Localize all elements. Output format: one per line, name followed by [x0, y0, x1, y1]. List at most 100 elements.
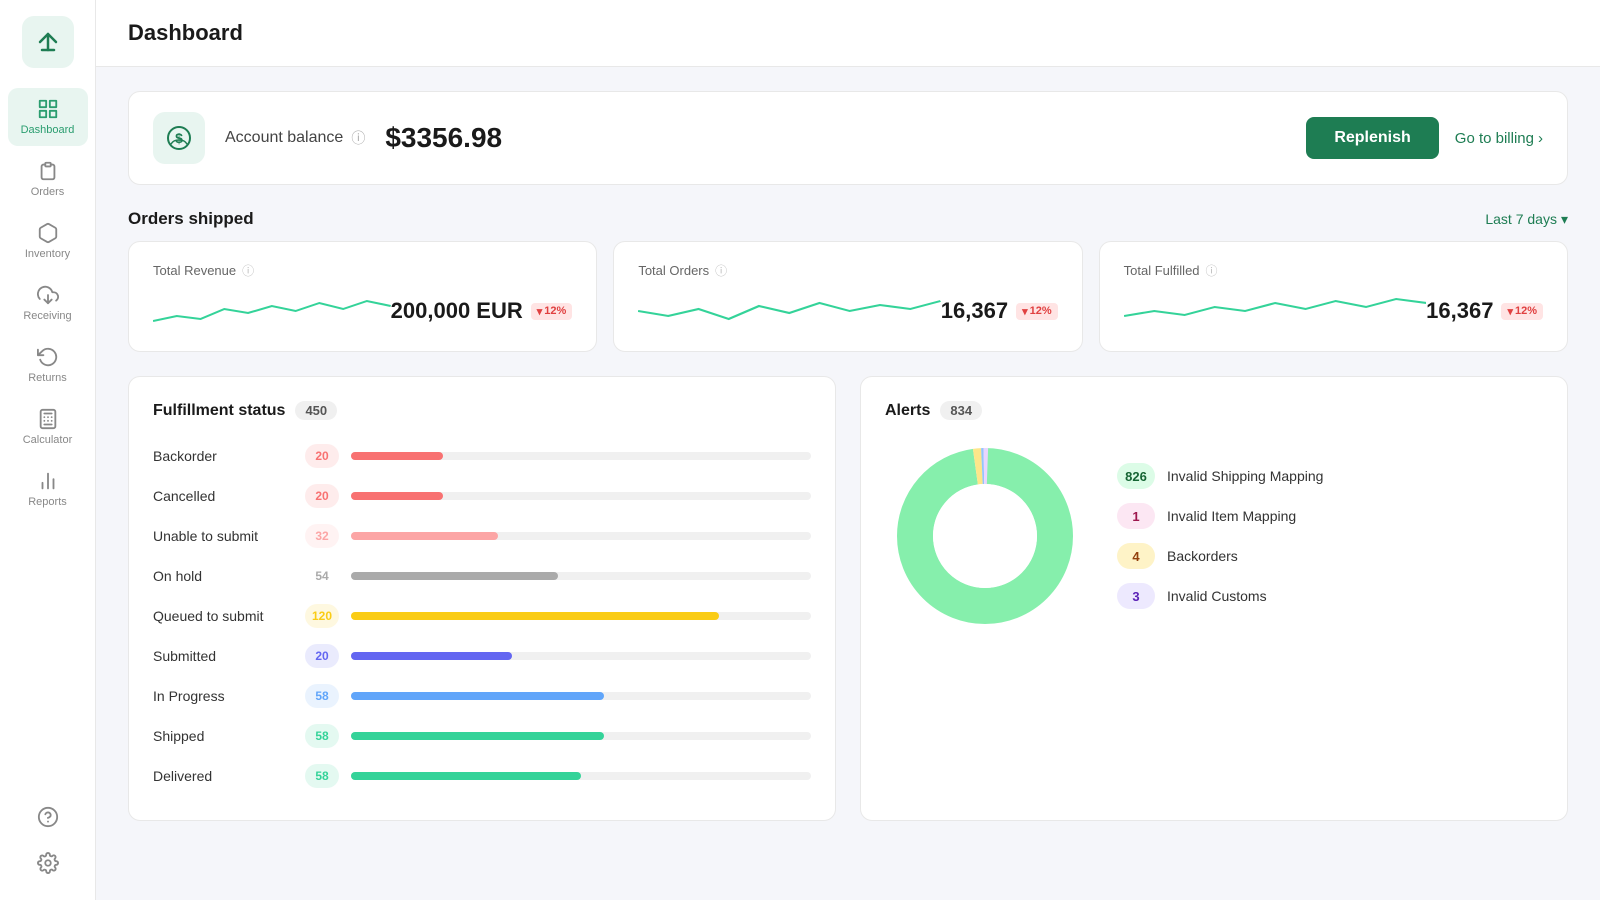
legend-count: 4 — [1117, 543, 1155, 569]
fulfillment-bar-fill — [351, 772, 581, 780]
fulfillment-row-label: Shipped — [153, 728, 293, 744]
main-content: $ Account balance ⓘ $3356.98 Replenish G… — [96, 67, 1600, 900]
legend-label: Invalid Shipping Mapping — [1167, 468, 1323, 484]
stats-grid: Total Revenue ⓘ 200,000 EUR ▾ 12% — [128, 241, 1568, 352]
fulfillment-row-label: Delivered — [153, 768, 293, 784]
legend-label: Backorders — [1167, 548, 1238, 564]
sidebar-item-returns-label: Returns — [28, 372, 67, 384]
replenish-button[interactable]: Replenish — [1306, 117, 1438, 159]
fulfillment-bar-track — [351, 492, 811, 500]
legend-item[interactable]: 1Invalid Item Mapping — [1117, 503, 1543, 529]
fulfillment-row-count: 54 — [305, 564, 339, 588]
fulfillment-bar-track — [351, 612, 811, 620]
sidebar-item-help[interactable] — [8, 796, 88, 838]
stat-fulfilled-info-icon[interactable]: ⓘ — [1206, 262, 1218, 279]
sidebar-item-receiving[interactable]: Receiving — [8, 274, 88, 332]
fulfillment-row[interactable]: Shipped58 — [153, 716, 811, 756]
stat-card-revenue: Total Revenue ⓘ 200,000 EUR ▾ 12% — [128, 241, 597, 352]
revenue-badge: ▾ 12% — [531, 303, 573, 320]
sidebar-item-orders[interactable]: Orders — [8, 150, 88, 208]
fulfillment-row-count: 20 — [305, 444, 339, 468]
fulfillment-panel-header: Fulfillment status 450 — [153, 401, 811, 420]
fulfillment-bar-fill — [351, 732, 604, 740]
legend-item[interactable]: 826Invalid Shipping Mapping — [1117, 463, 1543, 489]
svg-text:$: $ — [175, 130, 183, 146]
balance-actions: Replenish Go to billing › — [1306, 117, 1543, 159]
fulfillment-row-count: 32 — [305, 524, 339, 548]
legend-item[interactable]: 3Invalid Customs — [1117, 583, 1543, 609]
sidebar-item-calculator[interactable]: Calculator — [8, 398, 88, 456]
fulfillment-bar-track — [351, 532, 811, 540]
page-title: Dashboard — [128, 20, 1568, 46]
fulfillment-row[interactable]: Cancelled 20 — [153, 476, 811, 516]
fulfillment-row-count: 58 — [305, 684, 339, 708]
stat-fulfilled-body: 16,367 ▾ 12% — [1124, 291, 1543, 331]
sidebar: Dashboard Orders Inventory Receiving Ret… — [0, 0, 96, 900]
sidebar-item-inventory[interactable]: Inventory — [8, 212, 88, 270]
date-filter[interactable]: Last 7 days ▾ — [1485, 211, 1568, 228]
balance-card: $ Account balance ⓘ $3356.98 Replenish G… — [128, 91, 1568, 185]
orders-value-wrap: 16,367 ▾ 12% — [941, 298, 1058, 324]
legend-label: Invalid Customs — [1167, 588, 1267, 604]
sidebar-item-orders-label: Orders — [31, 186, 65, 198]
orders-shipped-title: Orders shipped — [128, 209, 254, 229]
sidebar-item-returns[interactable]: Returns — [8, 336, 88, 394]
balance-label: Account balance — [225, 129, 343, 147]
stat-fulfilled-header: Total Fulfilled ⓘ — [1124, 262, 1543, 279]
orders-badge: ▾ 12% — [1016, 303, 1058, 320]
fulfillment-row[interactable]: Submitted20 — [153, 636, 811, 676]
fulfillment-row-label: On hold — [153, 568, 293, 584]
stat-orders-info-icon[interactable]: ⓘ — [715, 262, 727, 279]
fulfillment-row-label: Unable to submit — [153, 528, 293, 544]
orders-shipped-header: Orders shipped Last 7 days ▾ — [128, 209, 1568, 229]
sidebar-item-inventory-label: Inventory — [25, 248, 70, 260]
fulfillment-row-label: Cancelled — [153, 488, 293, 504]
stat-revenue-info-icon[interactable]: ⓘ — [242, 262, 254, 279]
go-to-billing-link[interactable]: Go to billing › — [1455, 130, 1543, 147]
fulfillment-row-label: Queued to submit — [153, 608, 293, 624]
alerts-body: 826Invalid Shipping Mapping 1Invalid Item… — [885, 436, 1543, 636]
fulfillment-row[interactable]: Queued to submit 120 — [153, 596, 811, 636]
fulfillment-bar-fill — [351, 452, 443, 460]
chevron-down-icon: ▾ — [1561, 211, 1568, 228]
fulfillment-bar-track — [351, 692, 811, 700]
stat-revenue-header: Total Revenue ⓘ — [153, 262, 572, 279]
alerts-panel: Alerts 834 — [860, 376, 1568, 821]
fulfillment-bar-fill — [351, 572, 558, 580]
fulfillment-title: Fulfillment status — [153, 402, 285, 420]
fulfillment-row[interactable]: On hold 54 — [153, 556, 811, 596]
fulfillment-row-count: 120 — [305, 604, 339, 628]
sidebar-item-receiving-label: Receiving — [23, 310, 71, 322]
fulfillment-bar-track — [351, 732, 811, 740]
fulfillment-bar-fill — [351, 532, 498, 540]
alerts-donut — [885, 436, 1085, 636]
sidebar-item-reports[interactable]: Reports — [8, 460, 88, 518]
stat-orders-label: Total Orders — [638, 263, 709, 278]
sidebar-item-dashboard[interactable]: Dashboard — [8, 88, 88, 146]
fulfillment-row[interactable]: Backorder20 — [153, 436, 811, 476]
fulfillment-row[interactable]: Delivered58 — [153, 756, 811, 796]
fulfillment-total-badge: 450 — [295, 401, 337, 420]
orders-value: 16,367 — [941, 298, 1008, 324]
page-header: Dashboard — [96, 0, 1600, 67]
info-icon[interactable]: ⓘ — [351, 128, 365, 148]
bottom-panels: Fulfillment status 450 Backorder20Cancel… — [128, 376, 1568, 821]
balance-info: Account balance ⓘ $3356.98 — [225, 122, 1286, 154]
alerts-total-badge: 834 — [940, 401, 982, 420]
legend-item[interactable]: 4 Backorders — [1117, 543, 1543, 569]
revenue-sparkline — [153, 291, 391, 331]
sidebar-item-settings[interactable] — [8, 842, 88, 884]
fulfillment-row[interactable]: In Progress58 — [153, 676, 811, 716]
stat-orders-body: 16,367 ▾ 12% — [638, 291, 1057, 331]
sidebar-item-dashboard-label: Dashboard — [21, 124, 75, 136]
stat-revenue-body: 200,000 EUR ▾ 12% — [153, 291, 572, 331]
fulfillment-row-count: 20 — [305, 484, 339, 508]
fulfillment-row[interactable]: Unable to submit 32 — [153, 516, 811, 556]
sidebar-item-reports-label: Reports — [28, 496, 67, 508]
orders-sparkline — [638, 291, 940, 331]
fulfillment-bar-fill — [351, 492, 443, 500]
fulfillment-bar-fill — [351, 612, 719, 620]
donut-chart — [885, 436, 1085, 636]
sidebar-logo — [22, 16, 74, 68]
chevron-right-icon: › — [1538, 130, 1543, 147]
